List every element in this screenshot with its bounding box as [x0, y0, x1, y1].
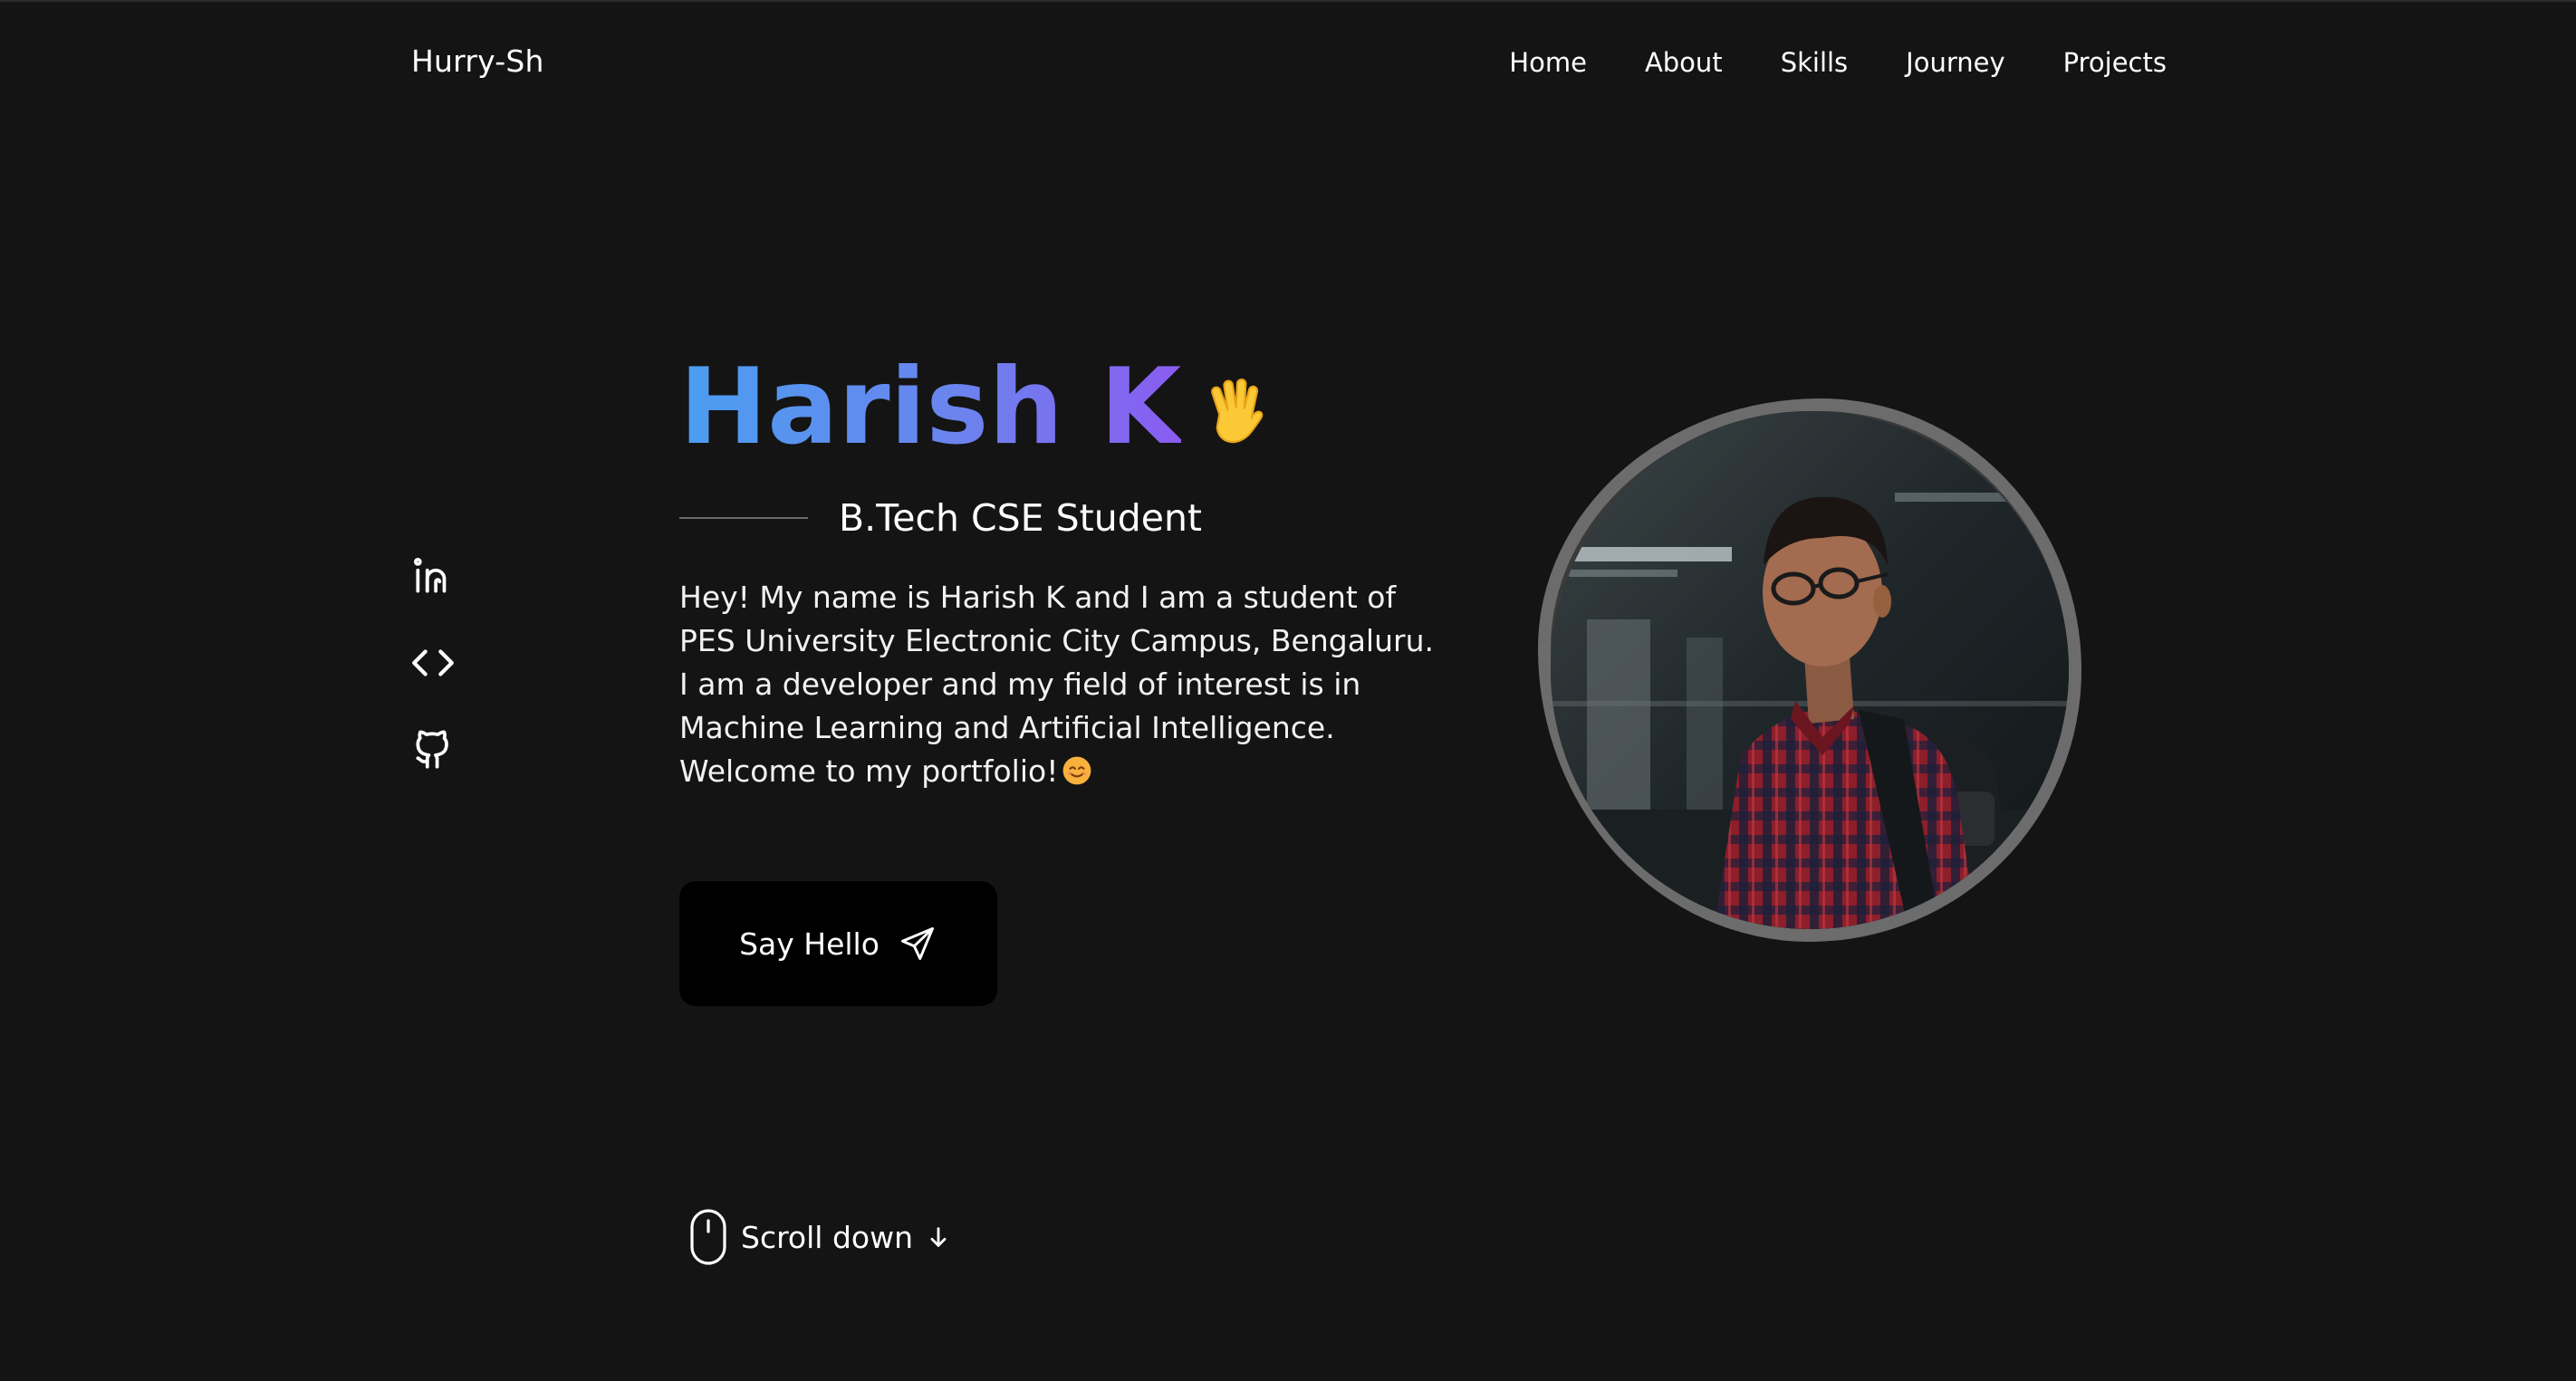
- person-portrait-image: [1551, 411, 2069, 929]
- subtitle-row: B.Tech CSE Student: [679, 496, 1202, 540]
- nav-skills[interactable]: Skills: [1781, 47, 1848, 78]
- subtitle-divider: [679, 517, 808, 519]
- profile-photo: [1538, 398, 2081, 942]
- hero-heading: Harish K: [679, 344, 1272, 471]
- nav-projects[interactable]: Projects: [2063, 47, 2167, 78]
- say-hello-label: Say Hello: [739, 925, 879, 962]
- nav-about[interactable]: About: [1645, 47, 1723, 78]
- hero-subtitle: B.Tech CSE Student: [839, 496, 1203, 540]
- waving-hand-icon: [1211, 379, 1264, 444]
- social-links: [409, 552, 457, 773]
- smiling-face-icon: [1063, 756, 1091, 785]
- hero-name: Harish K: [679, 344, 1181, 471]
- scroll-down-link[interactable]: Scroll down: [688, 1208, 951, 1266]
- bio-line: Machine Learning and Artificial Intellig…: [679, 710, 1335, 745]
- bio-line: I am a developer and my field of interes…: [679, 667, 1361, 702]
- arrow-down-icon: [930, 1227, 947, 1247]
- scroll-down-label: Scroll down: [741, 1219, 913, 1255]
- bio-last-line: Welcome to my portfolio!: [679, 750, 1458, 793]
- code-icon[interactable]: [409, 639, 457, 686]
- send-icon: [900, 927, 934, 960]
- nav-journey[interactable]: Journey: [1906, 47, 2004, 78]
- say-hello-button[interactable]: Say Hello: [679, 881, 997, 1006]
- main-nav: Home About Skills Journey Projects: [1509, 47, 2167, 78]
- github-icon[interactable]: [409, 726, 457, 773]
- bio-line: Hey! My name is Harish K and I am a stud…: [679, 580, 1397, 615]
- profile-photo-image: [1551, 411, 2069, 929]
- linkedin-icon[interactable]: [409, 552, 457, 599]
- nav-home[interactable]: Home: [1509, 47, 1587, 78]
- bio-line: PES University Electronic City Campus, B…: [679, 623, 1434, 658]
- hero-bio: Hey! My name is Harish K and I am a stud…: [679, 576, 1458, 793]
- site-logo[interactable]: Hurry-Sh: [411, 43, 544, 79]
- mouse-icon: [690, 1209, 726, 1265]
- profile-photo-frame: [1538, 398, 2081, 942]
- bio-line: Welcome to my portfolio!: [679, 753, 1059, 789]
- site-header: Hurry-Sh Home About Skills Journey Proje…: [0, 0, 2576, 132]
